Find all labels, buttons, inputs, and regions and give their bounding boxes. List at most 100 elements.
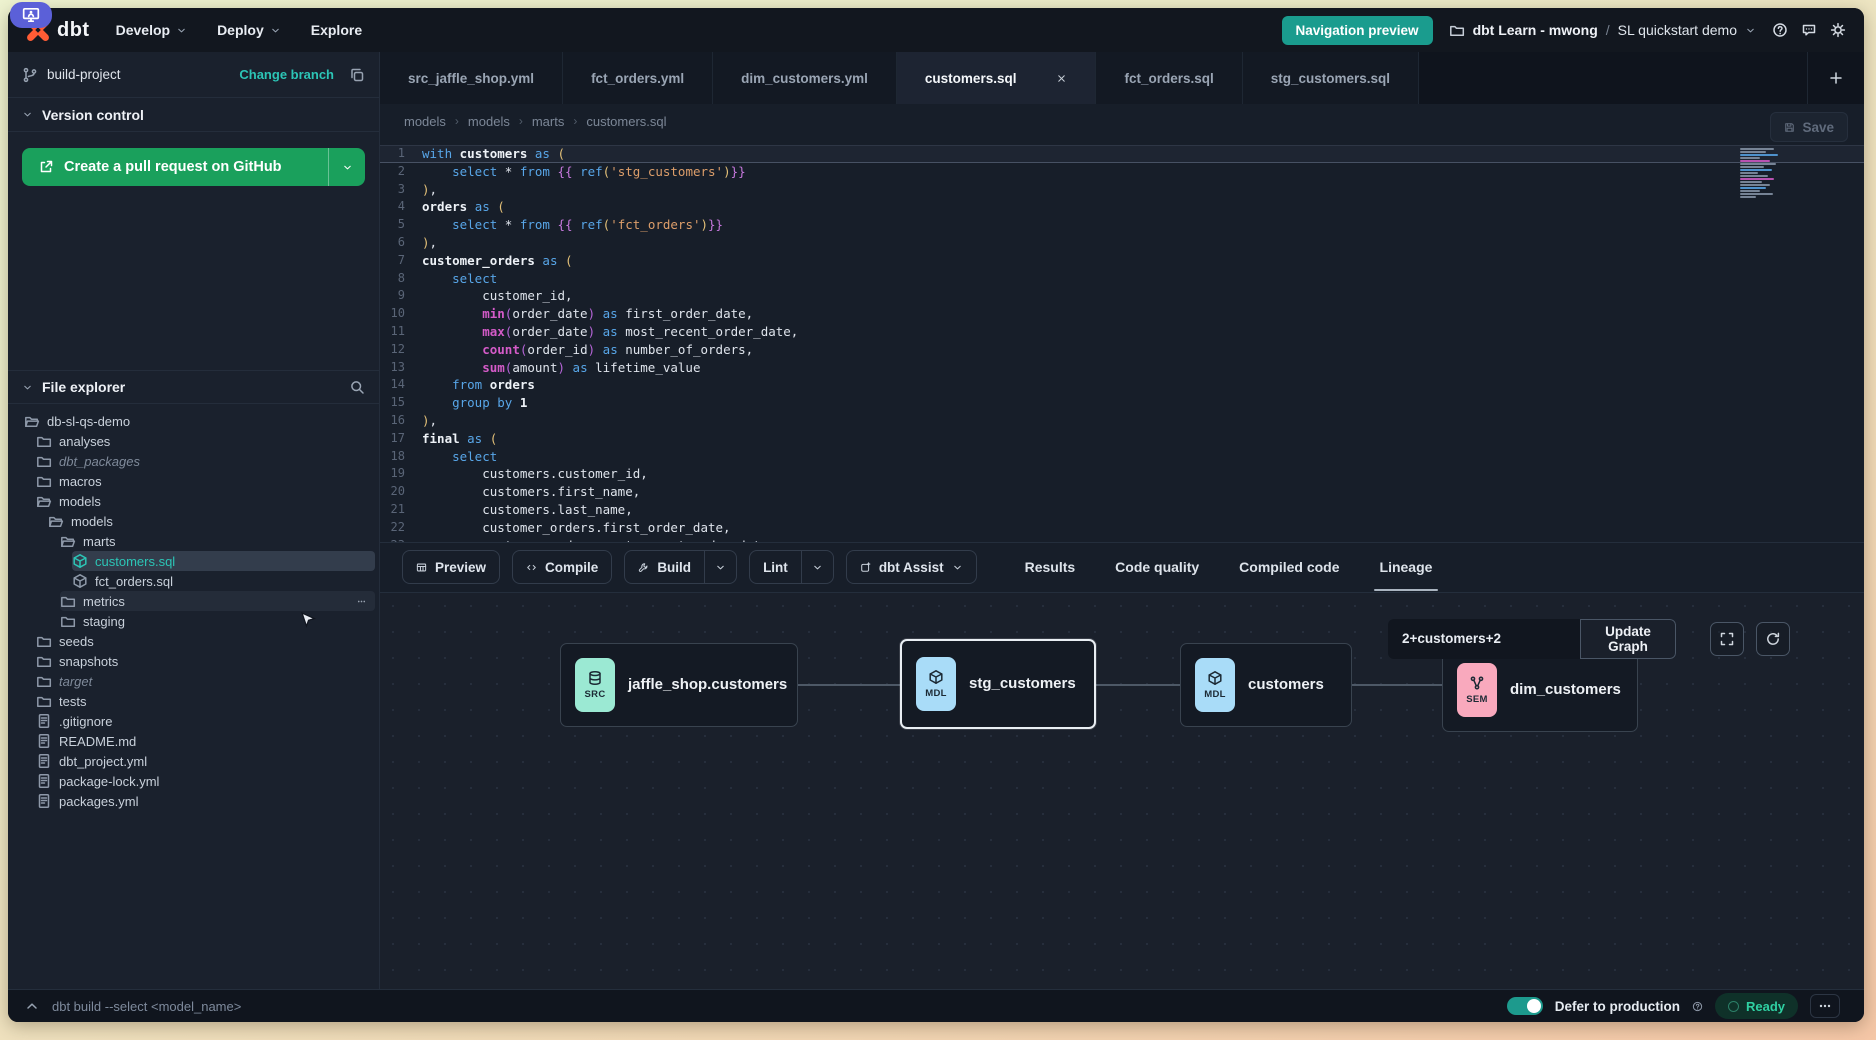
- tab-fct-orders-sql[interactable]: fct_orders.sql: [1096, 52, 1242, 104]
- tree-item-customers-sql[interactable]: customers.sql: [72, 551, 375, 571]
- code-line[interactable]: 20 customers.first_name,: [380, 483, 1864, 501]
- feedback-icon[interactable]: [1801, 22, 1817, 38]
- tree-item-package-lock-yml[interactable]: package-lock.yml: [36, 771, 375, 791]
- command-input[interactable]: dbt build --select <model_name>: [52, 999, 241, 1014]
- lineage-node-stg-customers[interactable]: MDLstg_customers: [900, 639, 1096, 729]
- panel-tab-lineage[interactable]: Lineage: [1378, 555, 1435, 579]
- project-breadcrumb[interactable]: dbt Learn - mwong / SL quickstart demo: [1449, 22, 1756, 38]
- code-line[interactable]: 2 select * from {{ ref('stg_customers')}…: [380, 163, 1864, 181]
- code-line[interactable]: 7customer_orders as (: [380, 252, 1864, 270]
- navigation-preview-button[interactable]: Navigation preview: [1282, 16, 1433, 45]
- create-pr-button[interactable]: Create a pull request on GitHub: [22, 148, 365, 186]
- panel-tab-compiled-code[interactable]: Compiled code: [1237, 555, 1341, 579]
- refresh-graph-button[interactable]: [1756, 622, 1790, 656]
- code-line[interactable]: 10 min(order_date) as first_order_date,: [380, 305, 1864, 323]
- code-line[interactable]: 15 group by 1: [380, 394, 1864, 412]
- code-line[interactable]: 19 customers.customer_id,: [380, 465, 1864, 483]
- pr-button-dropdown[interactable]: [329, 148, 365, 186]
- action-dbt-assist-button[interactable]: dbt Assist: [846, 550, 977, 584]
- tree-item-staging[interactable]: staging: [60, 611, 375, 631]
- file-explorer-header[interactable]: File explorer: [8, 370, 379, 404]
- version-control-header[interactable]: Version control: [8, 98, 379, 132]
- help-circle-icon[interactable]: [1692, 1001, 1703, 1012]
- search-icon[interactable]: [349, 379, 365, 395]
- code-line[interactable]: 21 customers.last_name,: [380, 501, 1864, 519]
- action-dropdown-button[interactable]: [802, 551, 833, 583]
- tree-item-dbt-project-yml[interactable]: dbt_project.yml: [36, 751, 375, 771]
- update-graph-button[interactable]: Update Graph: [1580, 619, 1676, 659]
- close-tab-icon[interactable]: [1056, 73, 1067, 84]
- code-line[interactable]: 14 from orders: [380, 376, 1864, 394]
- code-line[interactable]: 12 count(order_id) as number_of_orders,: [380, 341, 1864, 359]
- tree-item-analyses[interactable]: analyses: [36, 431, 375, 451]
- code-line[interactable]: 13 sum(amount) as lifetime_value: [380, 359, 1864, 377]
- action-dropdown-button[interactable]: [705, 551, 736, 583]
- action-button-main[interactable]: Preview: [403, 551, 499, 583]
- new-tab-button[interactable]: [1808, 52, 1864, 104]
- tree-item-tests[interactable]: tests: [36, 691, 375, 711]
- code-line[interactable]: 23 customer_orders.most_recent_order_dat…: [380, 537, 1864, 542]
- code-line[interactable]: 6),: [380, 234, 1864, 252]
- breadcrumb-item[interactable]: customers.sql: [586, 114, 666, 129]
- panel-tab-code-quality[interactable]: Code quality: [1113, 555, 1201, 579]
- minimap[interactable]: [1740, 148, 1798, 204]
- row-menu-icon[interactable]: [356, 596, 367, 607]
- tree-item-target[interactable]: target: [36, 671, 375, 691]
- action-preview-button[interactable]: Preview: [402, 550, 500, 584]
- change-branch-link[interactable]: Change branch: [239, 67, 334, 82]
- collapse-panel-icon[interactable]: [24, 998, 40, 1014]
- code-line[interactable]: 22 customer_orders.first_order_date,: [380, 519, 1864, 537]
- tree-item-fct-orders-sql[interactable]: fct_orders.sql: [72, 571, 375, 591]
- tree-item-metrics[interactable]: metrics: [60, 591, 375, 611]
- action-build-button[interactable]: Build: [624, 550, 737, 584]
- code-line[interactable]: 18 select: [380, 448, 1864, 466]
- tree-item-models[interactable]: models: [36, 491, 375, 511]
- menu-develop[interactable]: Develop: [116, 22, 187, 38]
- action-button-main[interactable]: Build: [625, 551, 704, 583]
- breadcrumb-item[interactable]: marts: [532, 114, 565, 129]
- lineage-node-jaffle-shop-customers[interactable]: SRCjaffle_shop.customers: [560, 643, 798, 727]
- fullscreen-button[interactable]: [1710, 622, 1744, 656]
- tree-item--gitignore[interactable]: .gitignore: [36, 711, 375, 731]
- code-editor[interactable]: 1with customers as (2 select * from {{ r…: [380, 138, 1864, 542]
- code-line[interactable]: 5 select * from {{ ref('fct_orders')}}: [380, 216, 1864, 234]
- code-line[interactable]: 17final as (: [380, 430, 1864, 448]
- action-lint-button[interactable]: Lint: [749, 550, 834, 584]
- breadcrumb-item[interactable]: models: [468, 114, 510, 129]
- action-button-main[interactable]: dbt Assist: [847, 551, 976, 583]
- help-icon[interactable]: [1772, 22, 1788, 38]
- tree-item-db-sl-qs-demo[interactable]: db-sl-qs-demo: [24, 411, 375, 431]
- menu-explore[interactable]: Explore: [311, 22, 362, 38]
- tree-item-macros[interactable]: macros: [36, 471, 375, 491]
- tree-item-models[interactable]: models: [48, 511, 375, 531]
- copy-icon[interactable]: [349, 67, 365, 83]
- code-line[interactable]: 11 max(order_date) as most_recent_order_…: [380, 323, 1864, 341]
- breadcrumb-item[interactable]: models: [404, 114, 446, 129]
- code-line[interactable]: 1with customers as (: [380, 145, 1864, 163]
- action-button-main[interactable]: Compile: [513, 551, 611, 583]
- action-button-main[interactable]: Lint: [750, 551, 801, 583]
- code-line[interactable]: 8 select: [380, 270, 1864, 288]
- code-line[interactable]: 9 customer_id,: [380, 287, 1864, 305]
- defer-toggle[interactable]: [1507, 997, 1543, 1015]
- code-line[interactable]: 3),: [380, 181, 1864, 199]
- tree-item-dbt-packages[interactable]: dbt_packages: [36, 451, 375, 471]
- settings-gear-icon[interactable]: [1830, 22, 1846, 38]
- lineage-canvas[interactable]: 2+customers+2 Update Graph SRCjaffle_sho…: [380, 592, 1864, 990]
- tab-fct-orders-yml[interactable]: fct_orders.yml: [563, 52, 713, 104]
- lineage-selector-input[interactable]: 2+customers+2: [1388, 619, 1580, 659]
- code-line[interactable]: 16),: [380, 412, 1864, 430]
- tree-item-seeds[interactable]: seeds: [36, 631, 375, 651]
- tree-item-packages-yml[interactable]: packages.yml: [36, 791, 375, 811]
- panel-tab-results[interactable]: Results: [1023, 555, 1078, 579]
- more-options-button[interactable]: [1810, 994, 1840, 1018]
- menu-deploy[interactable]: Deploy: [217, 22, 281, 38]
- lineage-node-customers[interactable]: MDLcustomers: [1180, 643, 1352, 727]
- lineage-node-dim-customers[interactable]: SEMdim_customers: [1442, 648, 1638, 732]
- tab-dim-customers-yml[interactable]: dim_customers.yml: [713, 52, 897, 104]
- tree-item-readme-md[interactable]: README.md: [36, 731, 375, 751]
- tab-src-jaffle-shop-yml[interactable]: src_jaffle_shop.yml: [380, 52, 563, 104]
- save-button[interactable]: Save: [1770, 112, 1848, 142]
- tree-item-snapshots[interactable]: snapshots: [36, 651, 375, 671]
- tree-item-marts[interactable]: marts: [60, 531, 375, 551]
